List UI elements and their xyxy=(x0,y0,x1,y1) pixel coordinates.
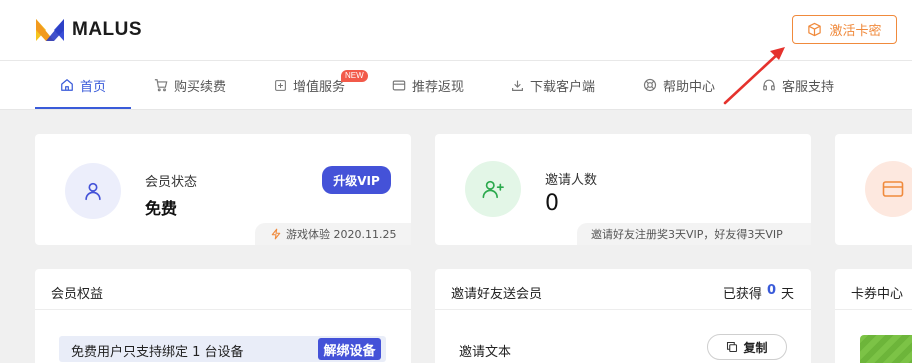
invite-reward-text: 邀请好友注册奖3天VIP，好友得3天VIP xyxy=(591,228,783,241)
user-add-icon xyxy=(482,180,504,199)
user-icon xyxy=(85,182,101,201)
top-header: MALUS 激活卡密 xyxy=(0,0,912,61)
home-icon xyxy=(61,79,73,91)
lightning-icon xyxy=(271,228,281,240)
copy-button[interactable]: 复制 xyxy=(707,334,787,360)
earned-prefix: 已获得 xyxy=(722,287,762,302)
wallet-avatar xyxy=(865,161,912,217)
member-benefits-title: 会员权益 xyxy=(51,287,104,302)
panel-divider xyxy=(435,309,811,310)
unbind-device-label: 解绑设备 xyxy=(323,343,376,359)
activate-card-button[interactable]: 激活卡密 xyxy=(792,15,897,44)
malus-logo-icon xyxy=(36,19,64,41)
nav-label-purchase: 购买续费 xyxy=(174,79,227,95)
nav-item-purchase[interactable]: 购买续费 xyxy=(154,61,226,109)
nav-item-help[interactable]: 帮助中心 xyxy=(643,61,715,109)
download-icon xyxy=(512,80,523,91)
trial-tag-text: 游戏体验 2020.11.25 xyxy=(286,228,397,241)
box-icon xyxy=(808,22,822,37)
help-icon xyxy=(643,78,657,92)
earned-unit: 天 xyxy=(780,287,794,302)
invite-count-card: 邀请人数 0 邀请好友注册奖3天VIP，好友得3天VIP xyxy=(435,134,811,245)
unbind-device-button[interactable]: 解绑设备 xyxy=(318,338,381,360)
cart-icon xyxy=(154,79,168,92)
invite-text-label: 邀请文本 xyxy=(459,345,512,360)
invite-friends-panel: 邀请好友送会员 已获得 0 天 邀请文本 复制 xyxy=(435,269,811,363)
nav-item-referral[interactable]: 推荐返现 xyxy=(392,61,464,109)
member-benefits-panel: 会员权益 免费用户只支持绑定 1 台设备 解绑设备 xyxy=(35,269,411,363)
copy-icon xyxy=(727,341,738,353)
nav-active-indicator xyxy=(35,107,131,109)
device-notice-text: 免费用户只支持绑定 1 台设备 xyxy=(71,345,244,360)
coupon-center-panel: 卡券中心 xyxy=(835,269,912,363)
upgrade-vip-label: 升级VIP xyxy=(333,173,380,188)
nav-label-help: 帮助中心 xyxy=(663,79,716,95)
panel-divider xyxy=(835,309,912,310)
copy-label: 复制 xyxy=(743,340,768,355)
nav-label-support: 客服支持 xyxy=(782,79,835,95)
invite-friends-title: 邀请好友送会员 xyxy=(451,287,543,302)
nav-label-value-added: 增值服务 xyxy=(293,79,346,95)
earned-days: 已获得 0 天 xyxy=(723,283,794,302)
new-badge: NEW xyxy=(341,70,368,82)
headset-icon xyxy=(763,79,775,91)
activate-card-label: 激活卡密 xyxy=(829,24,882,39)
member-status-card: 会员状态 免费 升级VIP 游戏体验 2020.11.25 xyxy=(35,134,411,245)
invite-reward-note: 邀请好友注册奖3天VIP，好友得3天VIP xyxy=(577,223,811,245)
card-icon xyxy=(392,80,406,90)
coupon-card-thumbnail[interactable] xyxy=(860,335,912,363)
invite-count-label: 邀请人数 xyxy=(545,173,598,188)
earned-value: 0 xyxy=(766,283,776,298)
nav-item-home[interactable]: 首页 xyxy=(60,61,106,109)
plus-square-icon xyxy=(275,79,286,91)
brand-logo[interactable]: MALUS xyxy=(34,17,142,43)
nav-item-support[interactable]: 客服支持 xyxy=(762,61,834,109)
member-status-label: 会员状态 xyxy=(145,175,198,190)
device-notice: 免费用户只支持绑定 1 台设备 解绑设备 xyxy=(59,336,386,362)
card-icon xyxy=(882,181,904,197)
nav-label-referral: 推荐返现 xyxy=(412,79,465,95)
member-avatar xyxy=(65,163,121,219)
third-stat-card xyxy=(835,134,912,245)
panel-divider xyxy=(35,309,411,310)
brand-name: MALUS xyxy=(72,19,143,40)
main-nav: 首页 购买续费 增值服务 NEW 推荐返现 下载客户端 帮助中心 客服支持 xyxy=(0,61,912,110)
nav-item-download[interactable]: 下载客户端 xyxy=(511,61,595,109)
upgrade-vip-button[interactable]: 升级VIP xyxy=(322,166,391,194)
member-status-value: 免费 xyxy=(145,199,178,218)
coupon-center-title: 卡券中心 xyxy=(851,287,904,302)
nav-label-home: 首页 xyxy=(80,79,107,95)
nav-item-value-added[interactable]: 增值服务 xyxy=(274,61,345,109)
invite-avatar xyxy=(465,161,521,217)
nav-label-download: 下载客户端 xyxy=(530,79,596,95)
trial-tag: 游戏体验 2020.11.25 xyxy=(255,223,411,245)
invite-count-value: 0 xyxy=(545,191,559,216)
